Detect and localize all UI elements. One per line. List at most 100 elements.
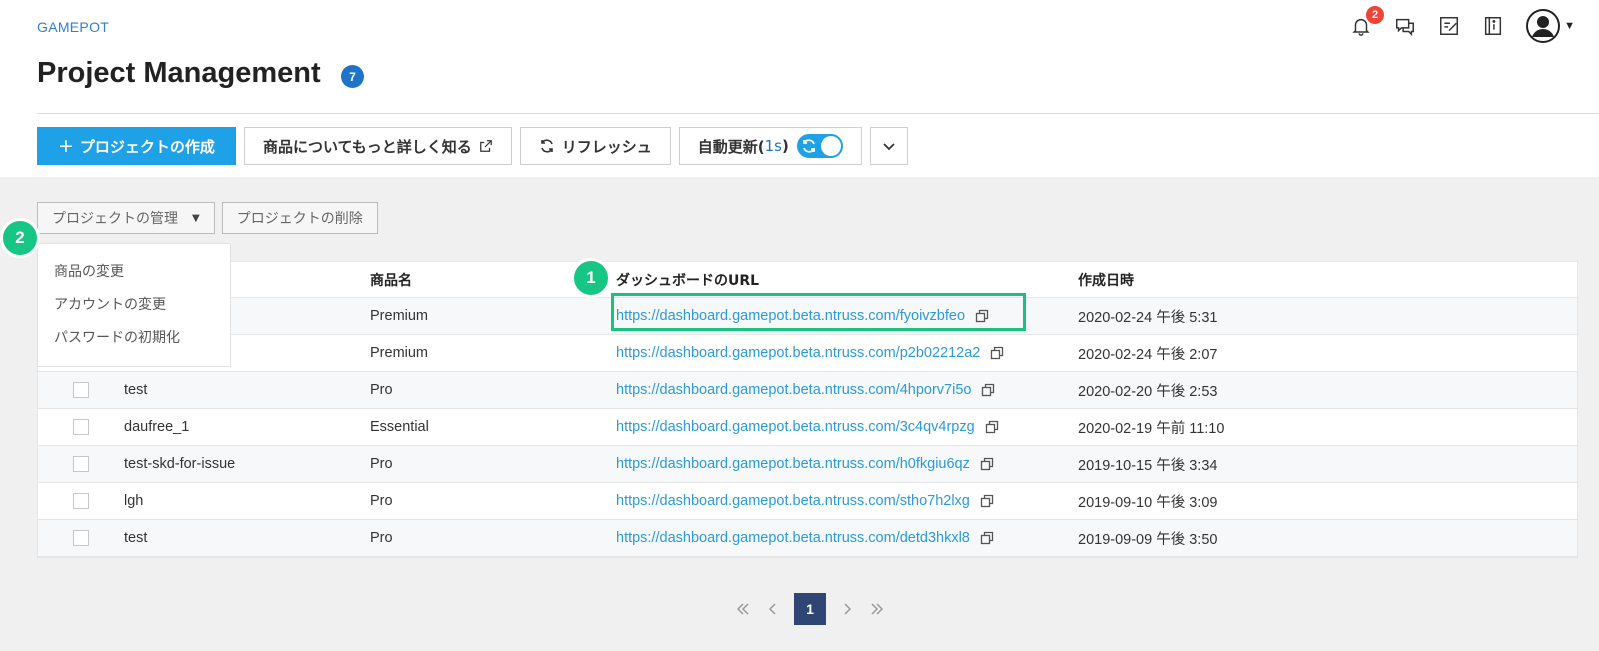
page-title: Project Management xyxy=(37,57,321,89)
first-page-button[interactable] xyxy=(730,593,756,625)
created-at-cell: 2020-02-24 午後 5:31 xyxy=(1078,309,1218,326)
copy-icon[interactable] xyxy=(975,309,989,323)
toolbar: + プロジェクトの作成 商品についてもっと詳しく知る リフレッシュ 自動更新(1… xyxy=(37,127,916,165)
step-marker-1: 1 xyxy=(571,258,611,298)
dashboard-url-link[interactable]: https://dashboard.gamepot.beta.ntruss.co… xyxy=(616,530,970,546)
note-button[interactable] xyxy=(1438,15,1460,37)
sync-icon xyxy=(802,139,815,153)
dashboard-url-cell: https://dashboard.gamepot.beta.ntruss.co… xyxy=(616,456,1078,472)
pagination: 1 xyxy=(728,593,892,625)
row-checkbox-cell xyxy=(38,419,124,435)
created-at-cell: 2019-09-10 午後 3:09 xyxy=(1078,494,1218,511)
row-checkbox[interactable] xyxy=(73,530,89,546)
notification-count-badge: 2 xyxy=(1366,6,1385,24)
row-checkbox-cell xyxy=(38,493,124,509)
created-at-cell: 2020-02-20 午後 2:53 xyxy=(1078,383,1218,400)
product-name-cell: Premium xyxy=(370,308,429,324)
dashboard-url-cell: https://dashboard.gamepot.beta.ntruss.co… xyxy=(616,530,1078,546)
table-body: 1Premiumhttps://dashboard.gamepot.beta.n… xyxy=(38,298,1577,557)
dashboard-url-link[interactable]: https://dashboard.gamepot.beta.ntruss.co… xyxy=(616,456,970,472)
project-name-cell: test xyxy=(124,530,148,546)
chevron-down-icon: ▼ xyxy=(1564,20,1575,32)
menu-item-change-product[interactable]: 商品の変更 xyxy=(38,254,230,287)
menu-item-change-account[interactable]: アカウントの変更 xyxy=(38,287,230,320)
auto-refresh-interval: 1s xyxy=(764,137,782,155)
chevron-right-icon xyxy=(844,603,852,615)
menu-item-reset-password[interactable]: パスワードの初期化 xyxy=(38,320,230,353)
project-name-cell: test xyxy=(124,382,148,398)
product-name-cell: Pro xyxy=(370,456,393,472)
step-marker-2: 2 xyxy=(0,218,40,258)
copy-icon[interactable] xyxy=(980,457,994,471)
project-table: 商品名 ダッシュボードのURL 作成日時 1Premiumhttps://das… xyxy=(37,261,1578,558)
chevron-down-icon xyxy=(883,143,895,151)
previous-page-button[interactable] xyxy=(760,593,786,625)
copy-icon[interactable] xyxy=(981,383,995,397)
row-checkbox-cell xyxy=(38,530,124,546)
dashboard-url-cell: https://dashboard.gamepot.beta.ntruss.co… xyxy=(616,382,1078,398)
project-name-cell: daufree_1 xyxy=(124,419,190,435)
chat-button[interactable] xyxy=(1394,15,1416,37)
dashboard-url-link[interactable]: https://dashboard.gamepot.beta.ntruss.co… xyxy=(616,345,980,361)
table-row[interactable]: 1Premiumhttps://dashboard.gamepot.beta.n… xyxy=(38,298,1577,335)
delete-project-button[interactable]: プロジェクトの削除 xyxy=(221,202,378,234)
dashboard-url-cell: https://dashboard.gamepot.beta.ntruss.co… xyxy=(616,308,1078,324)
header-dashboard-url: ダッシュボードのURL xyxy=(616,272,760,289)
more-options-button[interactable] xyxy=(869,127,908,165)
row-checkbox[interactable] xyxy=(73,382,89,398)
next-page-button[interactable] xyxy=(834,593,860,625)
table-row[interactable]: lgh Pro https://dashboard.gamepot.beta.ntr… xyxy=(38,483,1577,520)
row-checkbox-cell xyxy=(38,382,124,398)
chevron-left-icon xyxy=(768,603,776,615)
created-at-cell: 2019-09-09 午後 3:50 xyxy=(1078,531,1218,548)
project-name-cell: test-skd-for-issue xyxy=(124,456,236,472)
last-page-button[interactable] xyxy=(864,593,890,625)
project-count-badge: 7 xyxy=(341,65,364,88)
info-book-button[interactable] xyxy=(1482,15,1504,37)
refresh-icon xyxy=(540,139,553,153)
product-name-cell: Pro xyxy=(370,530,393,546)
refresh-button[interactable]: リフレッシュ xyxy=(519,127,671,165)
breadcrumb[interactable]: GAMEPOT xyxy=(37,19,109,35)
table-row[interactable]: test Pro https://dashboard.gamepot.beta.nt… xyxy=(38,372,1577,409)
project-management-dropdown-button[interactable]: プロジェクトの管理 ▼ xyxy=(37,202,215,234)
header-created-at: 作成日時 xyxy=(1078,272,1134,289)
dashboard-url-link[interactable]: https://dashboard.gamepot.beta.ntruss.co… xyxy=(616,382,971,398)
top-icon-bar: 2 ▼ xyxy=(1328,6,1575,44)
learn-more-button[interactable]: 商品についてもっと詳しく知る xyxy=(243,127,512,165)
copy-icon[interactable] xyxy=(980,531,994,545)
notification-button[interactable]: 2 xyxy=(1350,6,1385,37)
dashboard-url-link[interactable]: https://dashboard.gamepot.beta.ntruss.co… xyxy=(616,419,975,435)
row-checkbox[interactable] xyxy=(73,493,89,509)
dashboard-url-link[interactable]: https://dashboard.gamepot.beta.ntruss.co… xyxy=(616,308,965,324)
plus-icon: + xyxy=(58,135,74,157)
create-project-button[interactable]: + プロジェクトの作成 xyxy=(37,127,236,165)
product-name-cell: Essential xyxy=(370,419,429,435)
project-name-cell: lgh xyxy=(124,493,144,509)
caret-down-icon: ▼ xyxy=(192,212,200,224)
toggle-knob xyxy=(820,136,841,156)
table-row[interactable]: test Pro https://dashboard.gamepot.beta.nt… xyxy=(38,520,1577,557)
user-menu-button[interactable]: ▼ xyxy=(1526,9,1575,43)
double-chevron-left-icon xyxy=(736,603,749,615)
copy-icon[interactable] xyxy=(990,346,1004,360)
auto-refresh-toggle[interactable] xyxy=(796,134,843,158)
row-checkbox-cell xyxy=(38,456,124,472)
table-row[interactable]: test-skd-for-issue Pro https://dashboard.g… xyxy=(38,446,1577,483)
table-row[interactable]: Premium https://dashboard.gamepot.beta.nt… xyxy=(38,335,1577,372)
row-checkbox[interactable] xyxy=(73,456,89,472)
dashboard-url-link[interactable]: https://dashboard.gamepot.beta.ntruss.co… xyxy=(616,493,970,509)
auto-refresh-label-close: ) xyxy=(781,137,789,155)
learn-more-label: 商品についてもっと詳しく知る xyxy=(262,137,472,156)
delete-project-label: プロジェクトの削除 xyxy=(236,211,363,227)
row-checkbox[interactable] xyxy=(73,419,89,435)
header-divider xyxy=(37,113,1599,114)
copy-icon[interactable] xyxy=(985,420,999,434)
dashboard-url-cell: https://dashboard.gamepot.beta.ntruss.co… xyxy=(616,419,1078,435)
table-row[interactable]: daufree_1 Essential https://dashboard.game… xyxy=(38,409,1577,446)
project-management-label: プロジェクトの管理 xyxy=(52,211,178,227)
page-button-current[interactable]: 1 xyxy=(794,593,826,625)
management-action-row: プロジェクトの管理 ▼ プロジェクトの削除 xyxy=(37,202,385,234)
copy-icon[interactable] xyxy=(980,494,994,508)
dashboard-url-cell: https://dashboard.gamepot.beta.ntruss.co… xyxy=(616,493,1078,509)
